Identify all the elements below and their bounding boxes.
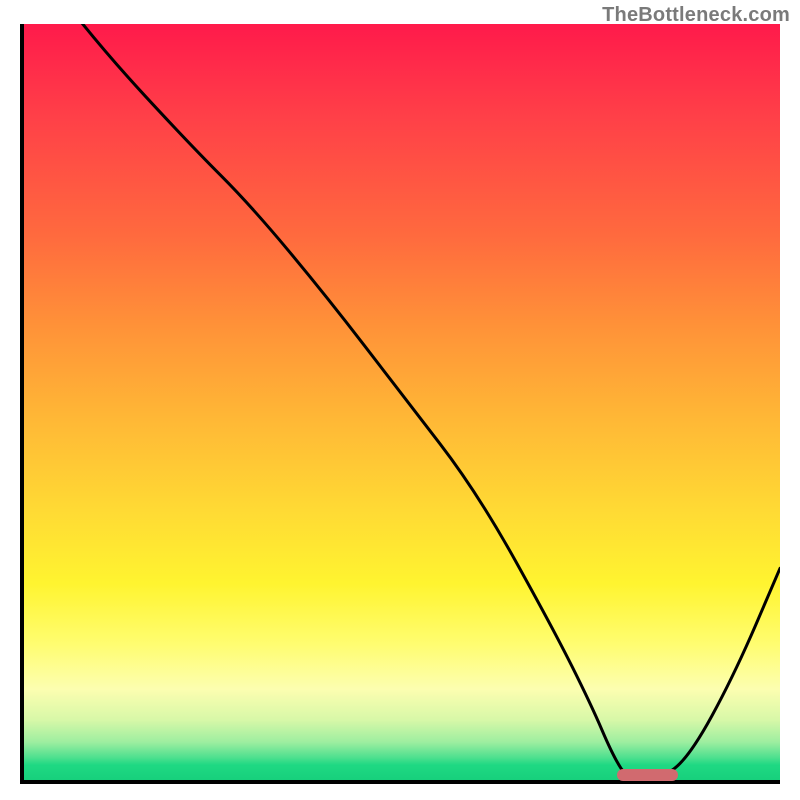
optimum-marker (617, 769, 678, 781)
chart-container: TheBottleneck.com (0, 0, 800, 800)
data-curve (24, 24, 780, 780)
curve-svg (24, 24, 780, 780)
plot-area (20, 24, 780, 784)
